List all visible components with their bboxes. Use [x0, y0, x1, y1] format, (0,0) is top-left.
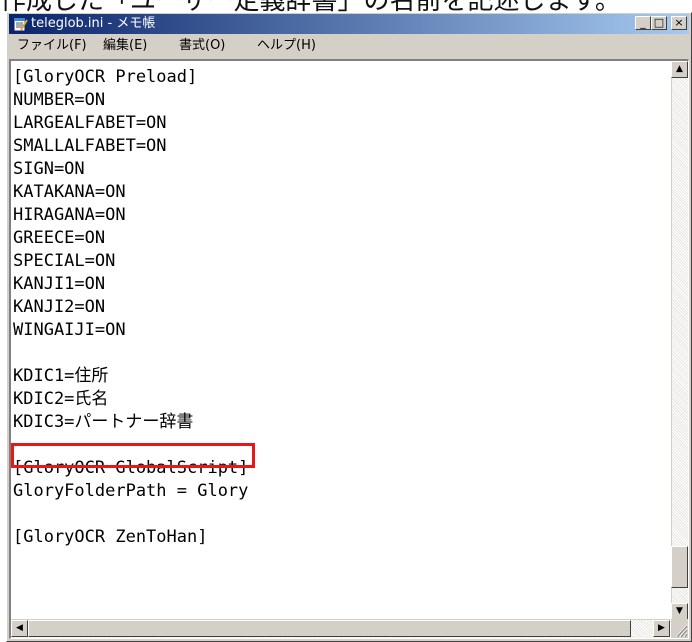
text-line: HIRAGANA=ON — [13, 205, 126, 225]
window-title: teleglob.ini - メモ帳 — [31, 16, 156, 31]
menu-help[interactable]: ヘルプ(H) — [257, 35, 316, 57]
resize-grip-icon[interactable] — [671, 619, 688, 638]
horizontal-scroll-thumb[interactable] — [28, 620, 631, 637]
menu-bar: ファイル(F) 編集(E) 書式(O) ヘルプ(H) — [9, 35, 689, 57]
text-line: LARGEALFABET=ON — [13, 113, 167, 133]
text-line: [GloryOCR Preload] — [13, 67, 198, 87]
text-line: SMALLALFABET=ON — [13, 136, 167, 156]
minimize-button[interactable]: _ — [635, 16, 651, 30]
text-line: SIGN=ON — [13, 159, 85, 179]
text-line-highlighted: KDIC3=パートナー辞書 — [13, 412, 194, 432]
menu-edit[interactable]: 編集(E) — [103, 35, 147, 57]
text-line: WINGAIJI=ON — [13, 320, 126, 340]
text-line: GloryFolderPath = Glory — [13, 481, 249, 501]
text-line: KANJI2=ON — [13, 297, 106, 317]
menu-format[interactable]: 書式(O) — [179, 35, 225, 57]
text-line: [GloryOCR ZenToHan] — [13, 527, 208, 547]
maximize-button[interactable]: □ — [651, 16, 667, 30]
text-line — [13, 342, 670, 365]
scroll-up-button[interactable]: ▲ — [671, 61, 688, 78]
text-line: NUMBER=ON — [13, 90, 106, 110]
text-line: KANJI1=ON — [13, 274, 106, 294]
text-line — [13, 503, 670, 526]
text-editor[interactable]: [GloryOCR Preload] NUMBER=ON LARGEALFABE… — [9, 59, 689, 639]
scroll-right-button[interactable]: ▶ — [653, 620, 670, 637]
text-line: KDIC2=氏名 — [13, 389, 109, 409]
notepad-icon — [13, 17, 28, 32]
vertical-scroll-thumb[interactable] — [671, 546, 688, 588]
highlight-box — [11, 443, 255, 468]
title-bar[interactable]: teleglob.ini - メモ帳 _ □ × — [9, 14, 689, 34]
text-content[interactable]: [GloryOCR Preload] NUMBER=ON LARGEALFABE… — [11, 61, 670, 619]
horizontal-scrollbar[interactable]: ◀ ▶ — [11, 619, 670, 638]
scroll-down-button[interactable]: ▼ — [671, 603, 688, 620]
text-line: GREECE=ON — [13, 228, 106, 248]
close-button[interactable]: × — [671, 16, 687, 30]
vertical-scrollbar[interactable]: ▲ ▼ — [671, 61, 688, 620]
scroll-left-button[interactable]: ◀ — [11, 620, 28, 637]
text-line: KATAKANA=ON — [13, 182, 126, 202]
menu-file[interactable]: ファイル(F) — [17, 35, 87, 57]
text-line: SPECIAL=ON — [13, 251, 116, 271]
text-line: KDIC1=住所 — [13, 366, 109, 386]
notepad-window: teleglob.ini - メモ帳 _ □ × ファイル(F) 編集(E) 書… — [6, 12, 692, 642]
